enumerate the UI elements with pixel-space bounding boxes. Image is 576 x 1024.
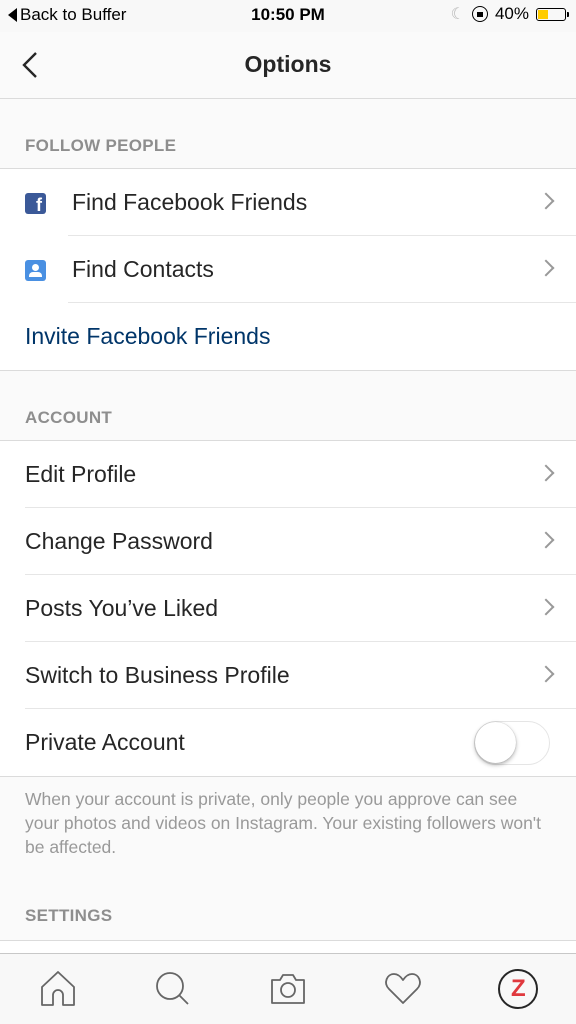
section-header-account: ACCOUNT [0, 371, 576, 441]
find-contacts-row[interactable]: Find Contacts [0, 236, 576, 303]
status-bar: Back to Buffer 10:50 PM ☾ 40% [0, 0, 576, 32]
do-not-disturb-icon: ☾ [450, 6, 465, 23]
change-password-row[interactable]: Change Password [0, 508, 576, 575]
avatar: Z [498, 969, 539, 1009]
private-account-footnote: When your account is private, only peopl… [25, 789, 542, 857]
options-list: FOLLOW PEOPLE f Find Facebook Friends Fi… [0, 99, 576, 972]
tab-search[interactable] [145, 961, 201, 1017]
battery-percent: 40% [494, 4, 529, 23]
row-label: Find Facebook Friends [72, 189, 308, 215]
follow-people-group: f Find Facebook Friends Find Contacts In… [0, 169, 576, 371]
switch-business-profile-row[interactable]: Switch to Business Profile [0, 642, 576, 709]
contacts-icon [25, 260, 46, 281]
private-account-toggle[interactable] [474, 721, 550, 765]
battery-icon [536, 7, 569, 21]
row-label: Private Account [25, 729, 185, 755]
row-label: Change Password [25, 528, 213, 554]
chevron-right-icon [537, 665, 555, 683]
avatar-letter: Z [511, 975, 526, 1002]
row-label: Switch to Business Profile [25, 662, 290, 688]
chevron-right-icon [537, 531, 555, 549]
section-header-follow-people: FOLLOW PEOPLE [0, 99, 576, 169]
chevron-right-icon [537, 192, 555, 210]
camera-icon [271, 974, 305, 1004]
home-icon [40, 971, 75, 1006]
tab-home[interactable] [30, 961, 86, 1017]
account-group: Edit Profile Change Password Posts You’v… [0, 441, 576, 777]
facebook-icon: f [25, 193, 46, 214]
posts-liked-row[interactable]: Posts You’ve Liked [0, 575, 576, 642]
page-title: Options [244, 51, 332, 77]
private-account-row: Private Account [0, 709, 576, 776]
navigation-bar: Options [0, 32, 576, 99]
section-header-settings: SETTINGS [0, 857, 576, 941]
edit-profile-row[interactable]: Edit Profile [0, 441, 576, 508]
row-label: Find Contacts [72, 256, 214, 282]
rotation-lock-icon [471, 6, 488, 22]
row-label: Posts You’ve Liked [25, 595, 219, 621]
chevron-right-icon [537, 598, 555, 616]
chevron-right-icon [537, 259, 555, 277]
find-facebook-friends-row[interactable]: f Find Facebook Friends [0, 169, 576, 236]
tab-bar: Z [0, 953, 576, 1024]
search-icon [155, 972, 189, 1005]
tab-activity[interactable] [375, 961, 431, 1017]
heart-icon [385, 973, 421, 1004]
row-label: Edit Profile [25, 461, 137, 487]
toggle-knob [475, 722, 516, 763]
invite-facebook-friends-link[interactable]: Invite Facebook Friends [0, 303, 576, 370]
row-label: Invite Facebook Friends [25, 323, 271, 349]
tab-profile[interactable]: Z [490, 961, 546, 1017]
tab-camera[interactable] [260, 961, 316, 1017]
chevron-right-icon [537, 464, 555, 482]
